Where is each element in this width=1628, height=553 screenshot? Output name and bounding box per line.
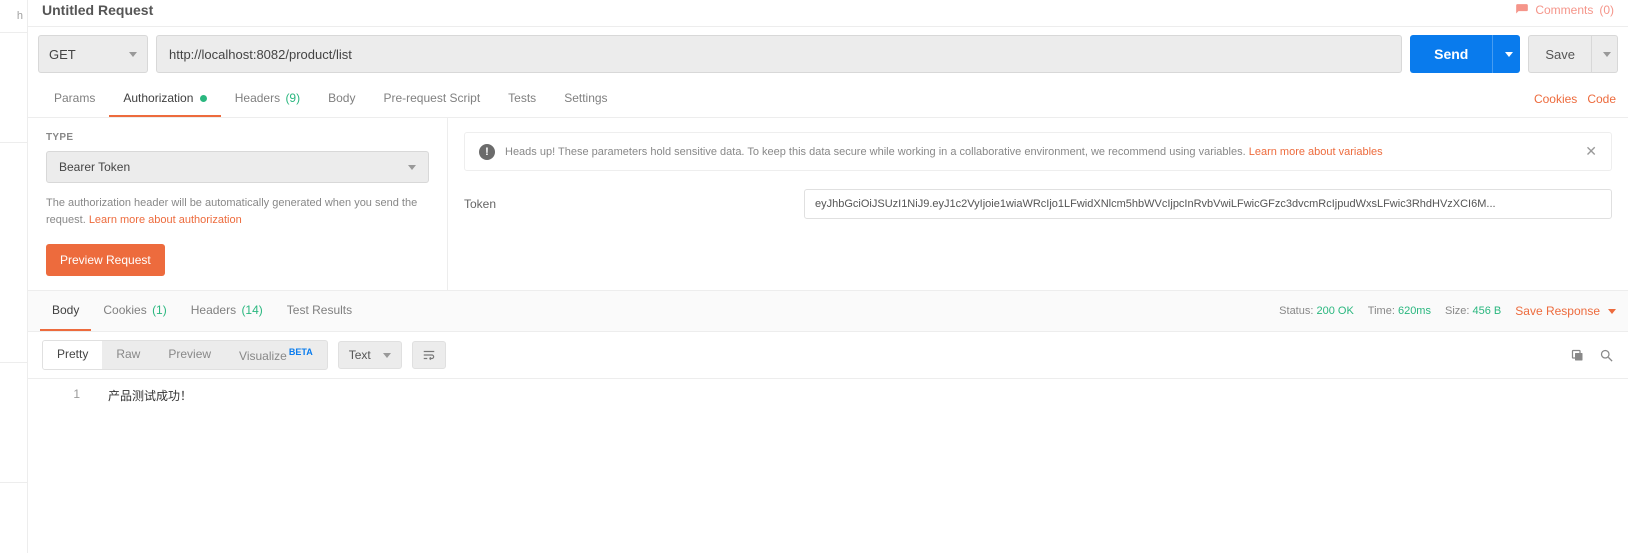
size-value: 456 B bbox=[1473, 305, 1502, 317]
resp-tab-body[interactable]: Body bbox=[40, 291, 91, 331]
comments-label: Comments bbox=[1535, 3, 1593, 17]
size-block: Size: 456 B bbox=[1445, 305, 1501, 317]
time-label: Time: bbox=[1368, 305, 1395, 317]
chevron-down-icon bbox=[408, 165, 416, 170]
tab-label: Headers bbox=[235, 91, 280, 105]
learn-more-auth-link[interactable]: Learn more about authorization bbox=[89, 214, 242, 226]
token-label: Token bbox=[464, 197, 804, 211]
sidebar-fragment bbox=[0, 143, 27, 363]
cookies-link[interactable]: Cookies bbox=[1534, 92, 1577, 106]
size-label: Size: bbox=[1445, 305, 1469, 317]
chevron-down-icon bbox=[1608, 309, 1616, 314]
view-raw[interactable]: Raw bbox=[102, 341, 154, 369]
visualize-label: Visualize bbox=[239, 349, 287, 363]
resp-headers-count: (14) bbox=[241, 303, 262, 317]
save-response-label: Save Response bbox=[1515, 304, 1600, 318]
close-icon[interactable]: ✕ bbox=[1585, 143, 1597, 160]
cookies-count: (1) bbox=[152, 303, 167, 317]
chevron-down-icon bbox=[1505, 52, 1513, 57]
comment-icon bbox=[1515, 3, 1529, 17]
view-pretty[interactable]: Pretty bbox=[43, 341, 102, 369]
token-input[interactable]: eyJhbGciOiJSUzI1NiJ9.eyJ1c2VyIjoie1wiaWR… bbox=[804, 189, 1612, 219]
view-preview[interactable]: Preview bbox=[154, 341, 225, 369]
resp-tab-label: Cookies bbox=[103, 303, 146, 317]
save-dropdown[interactable] bbox=[1592, 35, 1618, 73]
auth-type-label: TYPE bbox=[46, 132, 429, 143]
save-response-button[interactable]: Save Response bbox=[1515, 304, 1616, 318]
view-visualize[interactable]: VisualizeBETA bbox=[225, 341, 327, 369]
alert-message: Heads up! These parameters hold sensitiv… bbox=[505, 146, 1249, 158]
chevron-down-icon bbox=[1603, 52, 1611, 57]
sidebar-fragment bbox=[0, 363, 27, 483]
tab-tests[interactable]: Tests bbox=[494, 81, 550, 117]
chevron-down-icon bbox=[129, 52, 137, 57]
tab-params[interactable]: Params bbox=[40, 81, 109, 117]
tab-label: Authorization bbox=[123, 91, 193, 105]
active-dot-icon bbox=[200, 95, 207, 102]
preview-request-button[interactable]: Preview Request bbox=[46, 244, 165, 276]
status-block: Status: 200 OK bbox=[1279, 305, 1354, 317]
resp-tab-test-results[interactable]: Test Results bbox=[275, 291, 364, 331]
send-button[interactable]: Send bbox=[1410, 35, 1492, 73]
copy-icon[interactable] bbox=[1570, 348, 1585, 363]
code-link[interactable]: Code bbox=[1587, 92, 1616, 106]
alert-text: Heads up! These parameters hold sensitiv… bbox=[505, 146, 1575, 158]
resp-tab-cookies[interactable]: Cookies (1) bbox=[91, 291, 178, 331]
status-label: Status: bbox=[1279, 305, 1313, 317]
wrap-icon bbox=[421, 348, 437, 362]
wrap-lines-button[interactable] bbox=[412, 341, 446, 369]
format-select[interactable]: Text bbox=[338, 341, 402, 369]
search-icon[interactable] bbox=[1599, 348, 1614, 363]
response-body-line: 产品测试成功！ bbox=[98, 383, 202, 408]
tab-body[interactable]: Body bbox=[314, 81, 369, 117]
resp-tab-headers[interactable]: Headers (14) bbox=[179, 291, 275, 331]
comments-button[interactable]: Comments (0) bbox=[1515, 3, 1614, 17]
comments-count: (0) bbox=[1599, 3, 1614, 17]
method-value: GET bbox=[49, 47, 76, 62]
time-value: 620ms bbox=[1398, 305, 1431, 317]
sidebar-fragment: h bbox=[0, 0, 27, 33]
chevron-down-icon bbox=[383, 353, 391, 358]
send-dropdown[interactable] bbox=[1492, 35, 1520, 73]
learn-more-variables-link[interactable]: Learn more about variables bbox=[1249, 146, 1383, 158]
tab-settings[interactable]: Settings bbox=[550, 81, 621, 117]
status-value: 200 OK bbox=[1316, 305, 1353, 317]
line-number: 1 bbox=[28, 383, 98, 408]
url-input[interactable] bbox=[156, 35, 1402, 73]
beta-badge: BETA bbox=[289, 347, 313, 357]
auth-type-select[interactable]: Bearer Token bbox=[46, 151, 429, 183]
sidebar-fragment bbox=[0, 33, 27, 143]
format-value: Text bbox=[349, 348, 371, 362]
auth-description: The authorization header will be automat… bbox=[46, 195, 429, 228]
headers-count: (9) bbox=[285, 91, 300, 105]
time-block: Time: 620ms bbox=[1368, 305, 1431, 317]
auth-type-value: Bearer Token bbox=[59, 160, 130, 174]
request-title: Untitled Request bbox=[42, 2, 153, 18]
info-icon: ! bbox=[479, 144, 495, 160]
resp-tab-label: Headers bbox=[191, 303, 236, 317]
tab-headers[interactable]: Headers (9) bbox=[221, 81, 314, 117]
save-button[interactable]: Save bbox=[1528, 35, 1592, 73]
tab-authorization[interactable]: Authorization bbox=[109, 81, 220, 117]
tab-prerequest[interactable]: Pre-request Script bbox=[369, 81, 494, 117]
method-select[interactable]: GET bbox=[38, 35, 148, 73]
